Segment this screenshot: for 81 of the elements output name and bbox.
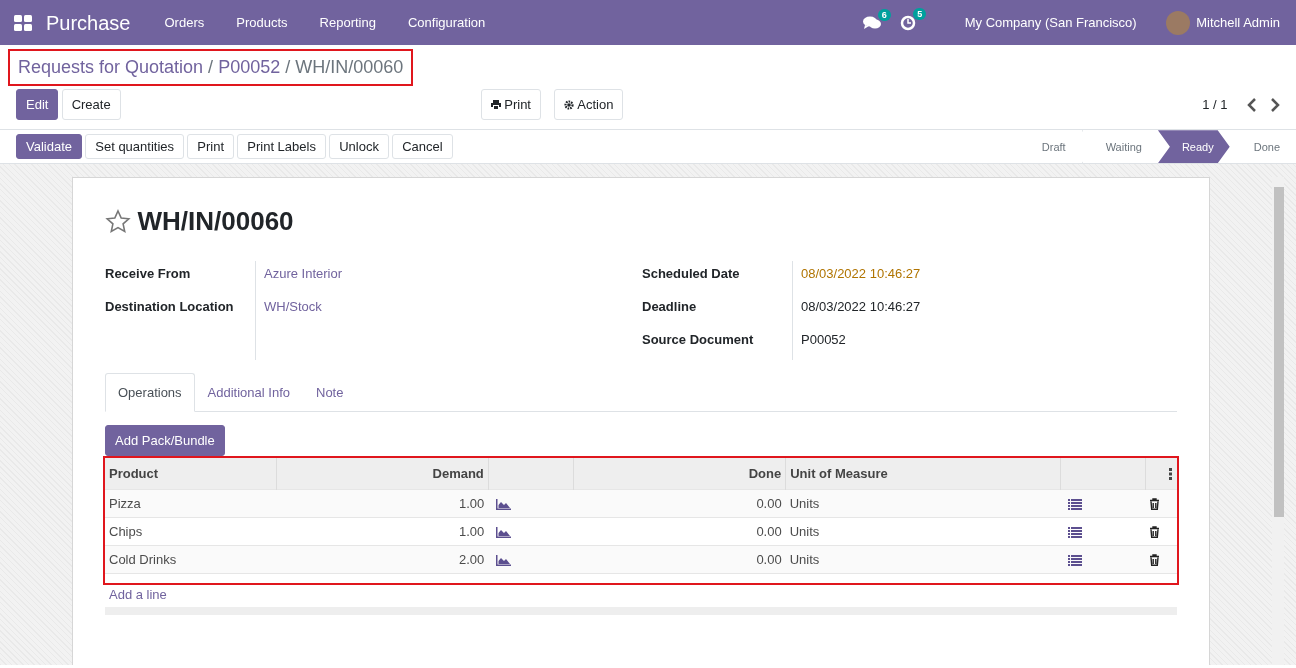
field-value[interactable]: Azure Interior bbox=[256, 260, 351, 294]
area-chart-icon[interactable] bbox=[496, 526, 512, 538]
action-button[interactable]: Validate bbox=[16, 134, 82, 160]
apps-menu-icon[interactable] bbox=[14, 14, 32, 31]
field-label: Deadline bbox=[642, 297, 698, 316]
table-cell: Chips bbox=[109, 523, 143, 539]
form-tab[interactable]: Operations bbox=[105, 372, 195, 413]
menu-item[interactable]: Configuration bbox=[391, 12, 502, 33]
action-button[interactable]: Action bbox=[554, 89, 624, 121]
menu-item[interactable]: Reporting bbox=[303, 12, 392, 33]
field-value: 08/03/2022 10:46:27 bbox=[800, 264, 922, 283]
form-tab[interactable]: Additional Info bbox=[194, 372, 303, 413]
edit-button[interactable]: Edit bbox=[16, 89, 59, 121]
table-cell: Units bbox=[789, 523, 820, 539]
field-value: 08/03/2022 10:46:27 bbox=[800, 297, 922, 316]
table-cell: Pizza bbox=[109, 495, 141, 511]
field-label: Source Document bbox=[642, 330, 755, 349]
field-label: Destination Location bbox=[105, 297, 235, 316]
field-value[interactable]: WH/Stock bbox=[256, 293, 351, 327]
column-header: Unit of Measure bbox=[790, 465, 888, 481]
area-chart-icon[interactable] bbox=[496, 554, 512, 566]
list-icon[interactable] bbox=[1068, 526, 1083, 538]
table-cell: Cold Drinks bbox=[109, 551, 177, 567]
delete-icon[interactable] bbox=[1149, 498, 1160, 511]
status-step[interactable]: Done bbox=[1229, 130, 1296, 164]
add-pack-button[interactable]: Add Pack/Bundle bbox=[105, 425, 225, 457]
pager-value: 1 / 1 bbox=[1202, 96, 1228, 114]
next-icon[interactable] bbox=[1270, 97, 1280, 112]
previous-icon[interactable] bbox=[1247, 97, 1257, 112]
column-header: Demand bbox=[432, 465, 484, 481]
menu-item[interactable]: Orders bbox=[148, 12, 221, 33]
action-button[interactable]: Print bbox=[187, 134, 235, 160]
column-header: Done bbox=[748, 465, 782, 481]
table-cell: 0.00 bbox=[756, 523, 782, 539]
print-button[interactable]: Print bbox=[481, 89, 541, 121]
field-label: Scheduled Date bbox=[642, 264, 741, 283]
table-cell: 0.00 bbox=[756, 495, 782, 511]
print-icon bbox=[491, 100, 501, 110]
area-chart-icon[interactable] bbox=[496, 498, 512, 510]
field-value: P00052 bbox=[800, 330, 847, 349]
table-cell: 2.00 bbox=[459, 551, 485, 567]
add-line-link[interactable]: Add a line bbox=[109, 585, 167, 605]
breadcrumb-link[interactable]: P00052 bbox=[218, 54, 281, 81]
status-step[interactable]: Draft bbox=[1017, 130, 1082, 164]
table-cell: 1.00 bbox=[459, 495, 485, 511]
column-header: Product bbox=[109, 465, 159, 481]
field-label: Receive From bbox=[105, 264, 192, 283]
list-icon[interactable] bbox=[1068, 498, 1083, 510]
action-button[interactable]: Unlock bbox=[329, 134, 389, 160]
table-cell: 0.00 bbox=[756, 551, 782, 567]
company-switcher[interactable]: My Company (San Francisco) bbox=[948, 12, 1153, 33]
form-tab[interactable]: Note bbox=[303, 372, 357, 413]
table-cell: Units bbox=[789, 551, 820, 567]
scrollbar[interactable] bbox=[1272, 177, 1284, 666]
breadcrumb-link[interactable]: Requests for Quotation bbox=[18, 54, 204, 81]
app-name: Purchase bbox=[46, 10, 131, 36]
breadcrumb-separator: / bbox=[208, 56, 214, 79]
record-title: WH/IN/00060 bbox=[137, 205, 294, 239]
status-step[interactable]: Ready bbox=[1157, 130, 1230, 164]
avatar-placeholder bbox=[1165, 10, 1190, 35]
breadcrumb-separator: / bbox=[285, 56, 291, 79]
status-step[interactable]: Waiting bbox=[1081, 130, 1158, 164]
list-icon[interactable] bbox=[1068, 554, 1083, 566]
breadcrumb-current: WH/IN/00060 bbox=[295, 56, 404, 79]
kebab-icon[interactable] bbox=[1169, 468, 1173, 481]
activity-count-badge: 5 bbox=[913, 7, 927, 20]
delete-icon[interactable] bbox=[1149, 526, 1160, 539]
menu-item[interactable]: Products bbox=[220, 12, 304, 33]
clock-icon[interactable] bbox=[900, 14, 917, 31]
table-cell: 1.00 bbox=[459, 523, 485, 539]
delete-icon[interactable] bbox=[1149, 554, 1160, 567]
action-button[interactable]: Set quantities bbox=[85, 134, 185, 160]
gear-icon bbox=[564, 99, 574, 110]
table-cell: Units bbox=[789, 495, 820, 511]
user-menu[interactable]: Mitchell Admin bbox=[1196, 12, 1280, 33]
star-icon[interactable] bbox=[105, 208, 131, 235]
action-button[interactable]: Print Labels bbox=[237, 134, 326, 160]
action-button[interactable]: Cancel bbox=[392, 134, 453, 160]
chat-icon[interactable] bbox=[862, 15, 881, 30]
message-count-badge: 6 bbox=[877, 8, 891, 21]
create-button[interactable]: Create bbox=[61, 89, 121, 121]
